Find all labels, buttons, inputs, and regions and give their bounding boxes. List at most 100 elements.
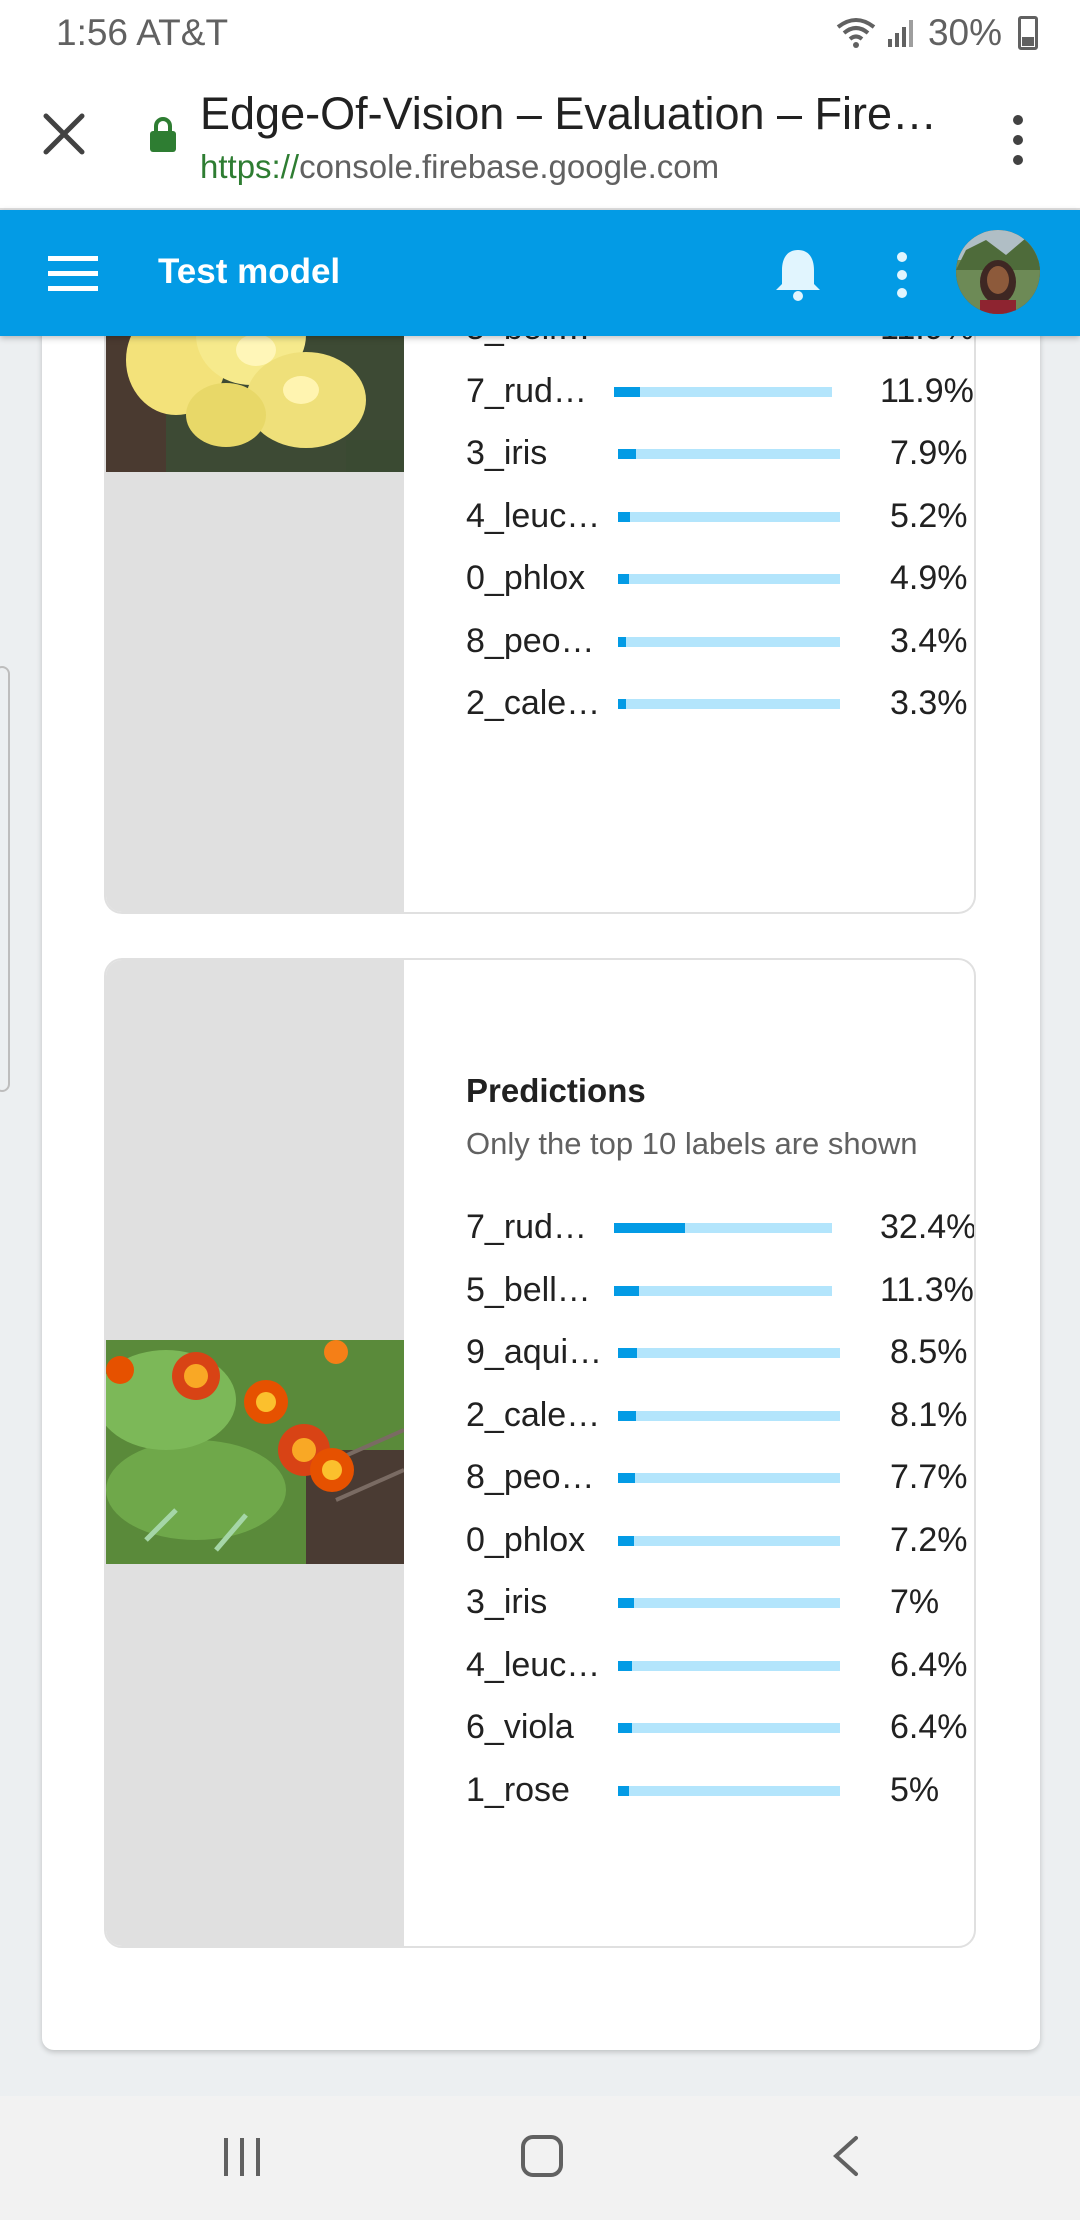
prediction-row: 7_rud… 11.9% [466, 372, 974, 412]
prediction-row: 8_peo… 3.4% [466, 621, 974, 662]
prediction-percentage: 3.4% [890, 621, 968, 660]
prediction-percentage: 7.9% [890, 434, 968, 472]
prediction-bar-fill [618, 1660, 632, 1671]
prediction-label: 2_cale… [466, 1395, 601, 1434]
prediction-card: Predictions Only the top 10 labels are s… [104, 958, 976, 1948]
prediction-bar-fill [618, 1723, 632, 1733]
prediction-percentage: 3.3% [890, 684, 968, 722]
prediction-bar-track [618, 699, 840, 709]
side-panel-handle[interactable] [0, 666, 10, 1092]
prediction-bar-track [618, 636, 840, 647]
prediction-row: 2_cale… 3.3% [466, 684, 974, 724]
notifications-bell-icon[interactable] [772, 246, 824, 302]
prediction-bar-track [618, 1410, 840, 1421]
prediction-bar-fill [618, 1535, 634, 1546]
prediction-bar-fill [618, 449, 636, 459]
prediction-bar-track [618, 1348, 840, 1358]
prediction-bar-track [618, 1473, 840, 1483]
prediction-row: 0_phlox 4.9% [466, 559, 974, 599]
prediction-bar-fill [618, 1410, 636, 1421]
prediction-bar-track [618, 1660, 840, 1671]
prediction-label: 1_rose [466, 1770, 570, 1809]
battery-percent: 30% [927, 12, 1002, 53]
prediction-bar-fill [614, 1223, 685, 1233]
prediction-bar-fill [614, 386, 640, 397]
page-title: Edge-Of-Vision – Evaluation – Firebase [200, 88, 960, 139]
prediction-percentage: 7.7% [890, 1458, 968, 1496]
system-navigation-bar [0, 2096, 1080, 2220]
prediction-percentage: 6.4% [890, 1645, 968, 1684]
prediction-bar-fill [618, 574, 629, 584]
prediction-bar-fill [618, 1348, 637, 1358]
prediction-label: 5_bell… [466, 1270, 591, 1309]
prediction-row: 4_leuc… 6.4% [466, 1645, 974, 1686]
prediction-row: 8_peo… 7.7% [466, 1458, 974, 1498]
predictions-subheading: Only the top 10 labels are shown [466, 1126, 918, 1161]
prediction-bar-fill [618, 1598, 634, 1608]
back-icon[interactable] [830, 2134, 860, 2178]
prediction-label: 3_iris [466, 1583, 548, 1621]
home-icon[interactable] [520, 2134, 564, 2178]
prediction-label: 8_peo… [466, 1458, 595, 1496]
more-vert-icon[interactable] [1006, 112, 1030, 168]
prediction-label: 4_leuc… [466, 496, 601, 535]
prediction-bar-fill [618, 511, 630, 522]
prediction-row: 0_phlox 7.2% [466, 1520, 974, 1561]
prediction-bar-track [618, 1785, 840, 1796]
prediction-percentage: 4.9% [890, 559, 968, 597]
url-bar[interactable]: https://console.firebase.google.com [200, 148, 719, 186]
flower-photo [106, 1340, 404, 1564]
url-scheme: https:// [200, 148, 300, 185]
prediction-row: 3_iris 7.9% [466, 434, 974, 474]
prediction-bar-track [618, 511, 840, 522]
browser-toolbar: Edge-Of-Vision – Evaluation – Firebase h… [0, 68, 1080, 210]
prediction-percentage: 7% [890, 1583, 940, 1621]
prediction-bar-track [618, 1723, 840, 1733]
battery-icon [1018, 16, 1038, 50]
more-vert-icon[interactable] [892, 250, 912, 300]
close-icon[interactable] [40, 110, 88, 158]
status-icons: 30% [836, 12, 1038, 54]
wifi-icon [836, 18, 876, 48]
avatar-image [956, 230, 1040, 314]
prediction-bar-fill [618, 1473, 635, 1483]
prediction-label: 0_phlox [466, 559, 586, 597]
prediction-row: 6_viola 6.4% [466, 1708, 974, 1748]
predictions-heading: Predictions [466, 1072, 646, 1109]
prediction-percentage: 11.3% [880, 1270, 974, 1309]
prediction-row: 3_iris 7% [466, 1583, 974, 1623]
prediction-percentage: 6.4% [890, 1708, 968, 1746]
prediction-percentage: 5.2% [890, 496, 968, 535]
prediction-bar-track [614, 386, 832, 397]
prediction-bar-track [618, 1535, 840, 1546]
status-bar: 1:56 AT&T 30% [0, 0, 1080, 68]
recents-icon[interactable] [222, 2138, 262, 2176]
prediction-card: 5_bell…11.9%7_rud…11.9%3_iris7.9%4_leuc…… [104, 240, 976, 914]
lock-icon [150, 117, 176, 152]
prediction-bar-track [618, 449, 840, 459]
prediction-label: 9_aqui… [466, 1333, 603, 1371]
prediction-label: 0_phlox [466, 1520, 586, 1559]
prediction-label: 8_peo… [466, 621, 595, 660]
prediction-bar-fill [618, 636, 626, 647]
avatar[interactable] [956, 230, 1040, 314]
prediction-label: 4_leuc… [466, 1645, 601, 1684]
screen: 1:56 AT&T 30% Edge-Of-Vision – Evaluatio… [0, 0, 1080, 2220]
prediction-bar-track [618, 574, 840, 584]
prediction-percentage: 5% [890, 1770, 940, 1809]
prediction-row: 2_cale… 8.1% [466, 1395, 974, 1436]
prediction-label: 7_rud… [466, 1208, 587, 1246]
prediction-bar-fill [614, 1285, 639, 1296]
prediction-row: 1_rose 5% [466, 1770, 974, 1811]
prediction-percentage: 8.5% [890, 1333, 968, 1371]
prediction-label: 2_cale… [466, 684, 601, 722]
menu-icon[interactable] [48, 256, 98, 292]
prediction-row: 4_leuc… 5.2% [466, 496, 974, 537]
prediction-bar-track [614, 1285, 832, 1296]
prediction-row: 9_aqui… 8.5% [466, 1333, 974, 1373]
url-host: console.firebase.google.com [299, 148, 720, 185]
prediction-bar-track [618, 1598, 840, 1608]
app-bar: Test model [0, 210, 1080, 336]
app-bar-title: Test model [158, 252, 341, 291]
content-sheet: 5_bell… 11.9%7_rud… 11.9% 3_iris 7.9% 4_leuc…… [42, 240, 1040, 2050]
